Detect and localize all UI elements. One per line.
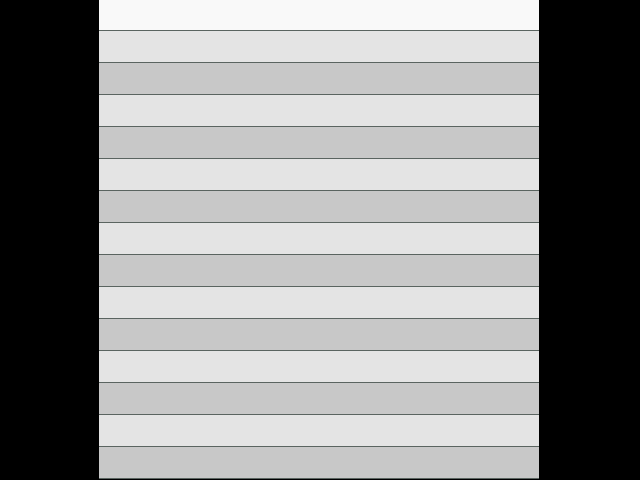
list-item[interactable] — [99, 319, 539, 351]
list-item[interactable] — [99, 63, 539, 95]
list-item[interactable] — [99, 191, 539, 223]
list-header — [99, 0, 539, 31]
list-item[interactable] — [99, 383, 539, 415]
list-item[interactable] — [99, 287, 539, 319]
list-panel[interactable] — [99, 0, 539, 480]
list-item[interactable] — [99, 255, 539, 287]
list-item[interactable] — [99, 127, 539, 159]
list-item[interactable] — [99, 159, 539, 191]
list-rows — [99, 31, 539, 479]
list-item[interactable] — [99, 95, 539, 127]
list-item[interactable] — [99, 31, 539, 63]
list-item[interactable] — [99, 415, 539, 447]
list-item[interactable] — [99, 223, 539, 255]
list-item[interactable] — [99, 351, 539, 383]
screen-background — [0, 0, 640, 480]
list-item[interactable] — [99, 447, 539, 479]
